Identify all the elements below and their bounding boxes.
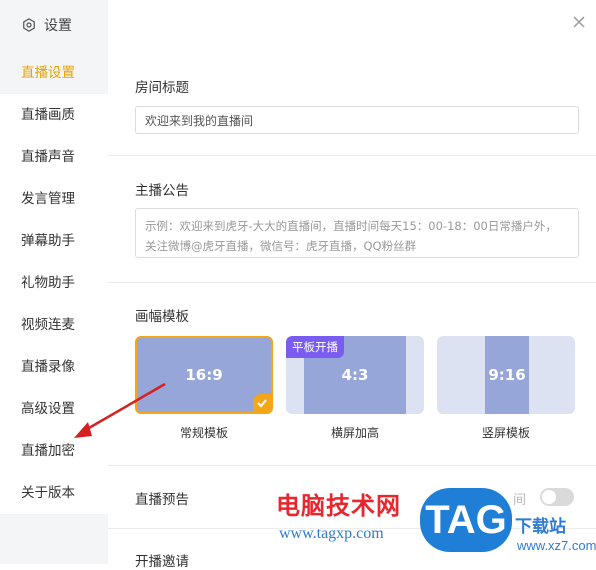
template-option-tablet[interactable]: 4:3 平板开播 [286, 336, 424, 414]
announcement-textarea[interactable]: 示例：欢迎来到虎牙-大大的直播间，直播时间每天15：00-18：00日常播户外，… [135, 208, 579, 258]
template-name: 竖屏模板 [481, 426, 530, 440]
preview-label: 直播预告 [135, 492, 189, 508]
watermark-text: 电脑技术网 [276, 492, 401, 520]
sidebar-item-about[interactable]: 关于版本 [0, 472, 108, 514]
template-ratio: 9:16 [485, 336, 529, 414]
sidebar-item-live-settings[interactable]: 直播设置 [0, 52, 108, 94]
template-label: 画幅模板 [135, 309, 189, 325]
template-option-portrait[interactable]: 9:16 [437, 336, 575, 414]
annotation-arrow [74, 382, 166, 438]
sidebar-item-video-quality[interactable]: 直播画质 [0, 94, 108, 136]
announcement-placeholder-line1: 示例：欢迎来到虎牙-大大的直播间，直播时间每天15：00-18：00日常播户外， [145, 219, 557, 233]
sidebar-item-danmaku-assistant[interactable]: 弹幕助手 [0, 220, 108, 262]
announcement-label: 主播公告 [135, 183, 189, 199]
sidebar-header-label: 设置 [44, 18, 72, 34]
close-icon[interactable] [571, 14, 587, 30]
sidebar-item-video-link[interactable]: 视频连麦 [0, 304, 108, 346]
sidebar-header: 设置 [0, 0, 108, 50]
watermark-logo: TAG [420, 488, 512, 552]
settings-sidebar: 设置 直播设置 直播画质 直播声音 发言管理 弹幕助手 礼物助手 视频连麦 直播… [0, 0, 108, 564]
room-title-label: 房间标题 [135, 80, 189, 96]
sidebar-item-chat-management[interactable]: 发言管理 [0, 178, 108, 220]
divider [108, 465, 596, 466]
preview-toggle[interactable] [540, 488, 574, 506]
divider [108, 282, 596, 283]
announcement-placeholder-line2: 关注微博@虎牙直播，微信号：虎牙直播，QQ粉丝群 [145, 239, 417, 253]
watermark-site: www.xz7.com [517, 538, 596, 553]
watermark-url: www.tagxp.com [279, 525, 384, 542]
invite-label: 开播邀请 [135, 554, 189, 570]
watermark-download: 下载站 [515, 517, 566, 537]
template-name: 横屏加高 [330, 426, 379, 440]
divider [108, 155, 596, 156]
preview-partial-text: 间 [513, 493, 527, 508]
gear-icon [23, 18, 35, 32]
sidebar-item-gift-assistant[interactable]: 礼物助手 [0, 262, 108, 304]
check-icon [253, 394, 271, 412]
sidebar-item-audio[interactable]: 直播声音 [0, 136, 108, 178]
tablet-badge: 平板开播 [286, 336, 344, 358]
room-title-input[interactable] [135, 106, 579, 134]
